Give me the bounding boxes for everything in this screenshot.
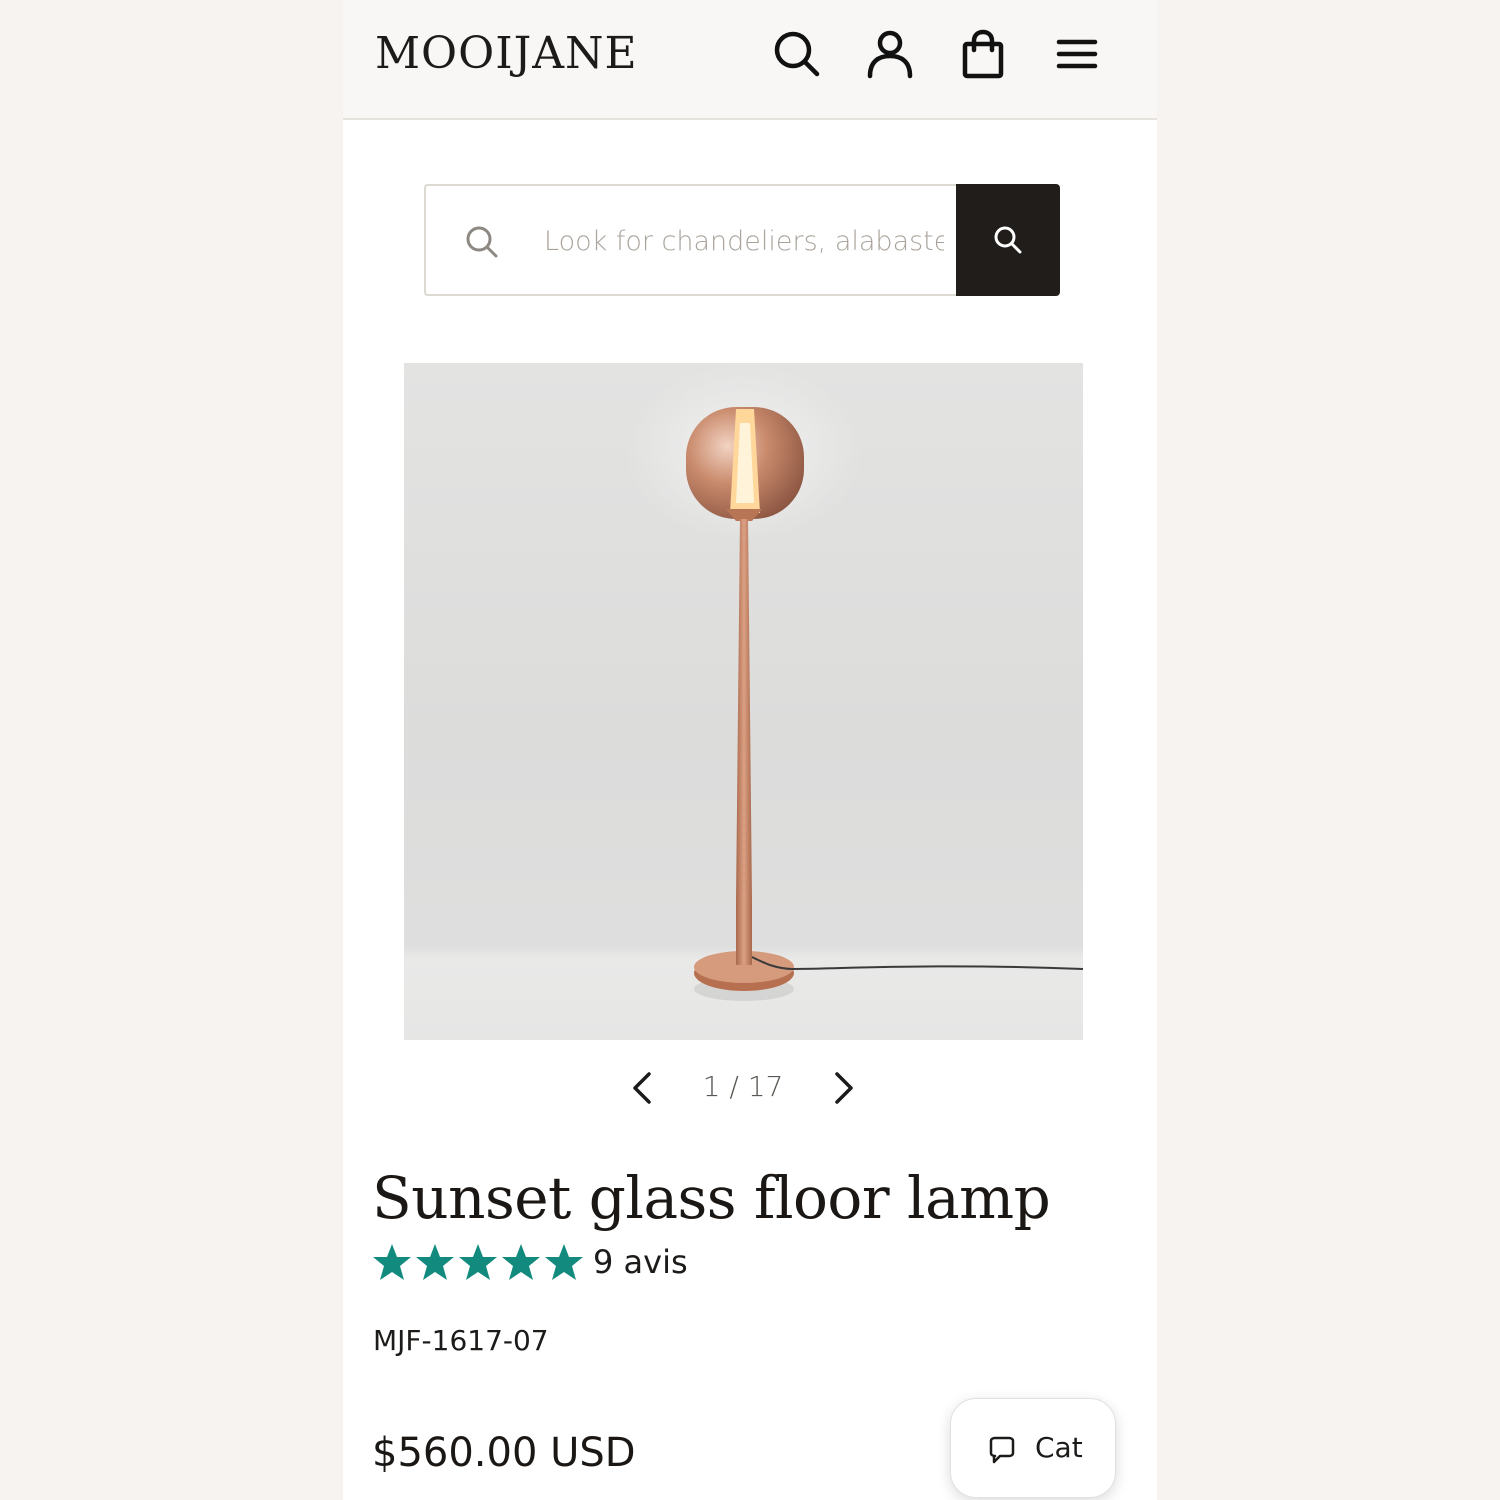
chevron-right-icon — [835, 1072, 853, 1104]
next-image-button[interactable] — [823, 1068, 863, 1108]
search-submit-button[interactable] — [956, 184, 1060, 296]
cart-bag-icon[interactable] — [957, 28, 1009, 80]
star-icon — [415, 1242, 455, 1282]
prev-image-button[interactable] — [623, 1068, 663, 1108]
menu-icon[interactable] — [1051, 28, 1103, 80]
site-header: MOOIJANE — [343, 0, 1157, 120]
chat-bubble-icon — [989, 1436, 1015, 1464]
product-sku: MJF-1617-07 — [373, 1324, 549, 1357]
product-price: $560.00 USD — [372, 1430, 636, 1476]
gallery-pager: 1 / 17 — [623, 1062, 863, 1114]
search-input[interactable] — [544, 212, 944, 270]
product-rating[interactable]: 9 avis — [372, 1240, 688, 1284]
chat-label: Cat — [1035, 1431, 1083, 1464]
floor-lamp-illustration — [624, 363, 1083, 1001]
search-icon — [464, 224, 500, 260]
review-count[interactable]: 9 avis — [593, 1243, 688, 1281]
product-image[interactable] — [404, 363, 1083, 1040]
brand-logo[interactable]: MOOIJANE — [375, 28, 638, 79]
chevron-left-icon — [633, 1072, 651, 1104]
star-icon — [372, 1242, 412, 1282]
account-icon[interactable] — [864, 28, 916, 80]
gallery-counter: 1 / 17 — [702, 1070, 784, 1103]
chat-button[interactable]: Cat — [950, 1398, 1116, 1498]
star-icon — [458, 1242, 498, 1282]
search-bar — [424, 184, 1060, 296]
star-icon — [544, 1242, 584, 1282]
product-title: Sunset glass floor lamp — [372, 1164, 1051, 1232]
star-icon — [501, 1242, 541, 1282]
mobile-page: MOOIJANE Look for chandeliers, alabaster… — [343, 0, 1157, 1500]
search-icon — [994, 226, 1022, 254]
search-icon[interactable] — [771, 28, 823, 80]
